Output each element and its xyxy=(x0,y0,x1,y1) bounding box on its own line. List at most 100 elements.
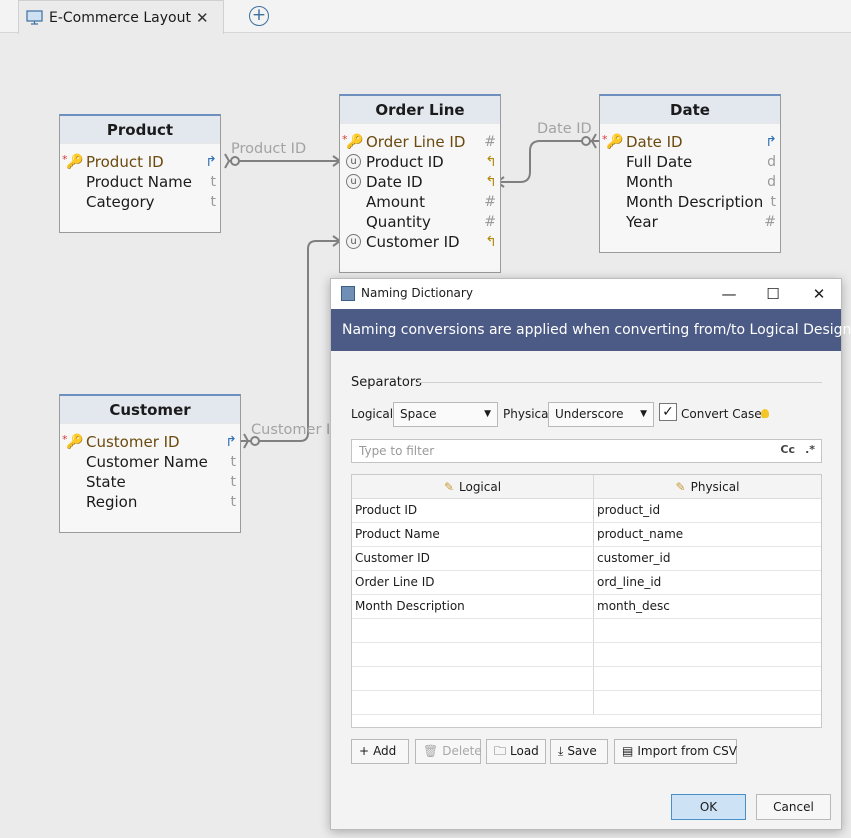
table-row[interactable] xyxy=(352,667,821,691)
attribute-row[interactable]: u Customer ID ↰ xyxy=(340,232,500,252)
physical-cell[interactable]: product_id xyxy=(594,499,821,522)
load-button[interactable]: 🗀 Load xyxy=(486,739,546,764)
dialog-title: Naming Dictionary xyxy=(361,286,473,300)
table-header: ✎ Logical ✎ Physical xyxy=(352,475,821,499)
logical-cell[interactable] xyxy=(352,691,594,714)
physical-cell[interactable]: month_desc xyxy=(594,595,821,618)
logical-cell[interactable] xyxy=(352,667,594,690)
type-text-icon: t xyxy=(770,194,777,210)
column-header-logical[interactable]: ✎ Logical xyxy=(352,475,594,498)
convert-cases-checkbox[interactable]: ✓ xyxy=(659,403,677,421)
info-banner: Naming conversions are applied when conv… xyxy=(331,309,851,351)
logical-cell[interactable]: Product ID xyxy=(352,499,594,522)
column-header-label: Logical xyxy=(459,480,502,494)
close-icon[interactable]: ✕ xyxy=(196,9,209,27)
type-number-icon: # xyxy=(484,194,496,210)
attribute-row[interactable]: Product Name t xyxy=(60,172,220,192)
type-text-icon: t xyxy=(230,474,237,490)
ok-button[interactable]: OK xyxy=(671,794,746,820)
physical-cell[interactable]: product_name xyxy=(594,523,821,546)
regex-button[interactable]: .* xyxy=(805,443,815,456)
logical-cell[interactable] xyxy=(352,619,594,642)
add-button-label: Add xyxy=(373,744,397,758)
physical-cell[interactable] xyxy=(594,619,821,642)
physical-cell[interactable]: customer_id xyxy=(594,547,821,570)
trash-icon: 🗑 xyxy=(423,744,439,758)
attribute-row[interactable]: * 🔑 Product ID ↱ xyxy=(60,152,220,172)
logical-cell[interactable]: Month Description xyxy=(352,595,594,618)
tab-title: E-Commerce Layout xyxy=(49,9,191,26)
key-icon: 🔑 xyxy=(66,434,84,450)
maximize-button[interactable]: ☐ xyxy=(759,283,787,305)
key-icon: 🔑 xyxy=(66,154,84,170)
add-tab-icon[interactable]: + xyxy=(249,6,269,26)
attribute-row[interactable]: Quantity # xyxy=(340,212,500,232)
attribute-row[interactable]: Category t xyxy=(60,192,220,212)
unique-key-icon: u xyxy=(346,154,361,169)
attribute-row[interactable]: u Product ID ↰ xyxy=(340,152,500,172)
attribute-row[interactable]: * 🔑 Date ID ↱ xyxy=(600,132,780,152)
logical-separator-select[interactable]: Space ▼ xyxy=(393,402,498,427)
attribute-row[interactable]: Region t xyxy=(60,492,240,512)
entity-title: Product xyxy=(60,116,220,144)
naming-table: ✎ Logical ✎ Physical Product ID product_id … xyxy=(351,474,822,728)
delete-button[interactable]: 🗑 Delete xyxy=(415,739,482,764)
attribute-row[interactable]: Full Date d xyxy=(600,152,780,172)
type-text-icon: t xyxy=(210,194,217,210)
table-row[interactable]: Customer ID customer_id xyxy=(352,547,821,571)
table-row[interactable] xyxy=(352,691,821,715)
match-case-button[interactable]: Cc xyxy=(780,443,795,456)
entity-product[interactable]: Product * 🔑 Product ID ↱ Product Name t … xyxy=(59,114,221,233)
table-row[interactable]: Order Line ID ord_line_id xyxy=(352,571,821,595)
dictionary-icon xyxy=(341,286,355,301)
physical-separator-select[interactable]: Underscore ▼ xyxy=(548,402,654,427)
logical-cell[interactable]: Product Name xyxy=(352,523,594,546)
attribute-row[interactable]: u Date ID ↰ xyxy=(340,172,500,192)
type-date-icon: d xyxy=(767,154,776,170)
table-row[interactable] xyxy=(352,643,821,667)
attribute-row[interactable]: State t xyxy=(60,472,240,492)
dialog-titlebar[interactable]: Naming Dictionary — ☐ ✕ xyxy=(331,279,841,309)
physical-cell[interactable] xyxy=(594,691,821,714)
attribute-row[interactable]: Amount # xyxy=(340,192,500,212)
attribute-row[interactable]: Customer Name t xyxy=(60,452,240,472)
logical-cell[interactable]: Customer ID xyxy=(352,547,594,570)
physical-cell[interactable] xyxy=(594,643,821,666)
table-row[interactable]: Product Name product_name xyxy=(352,523,821,547)
attribute-row[interactable]: * 🔑 Customer ID ↱ xyxy=(60,432,240,452)
column-header-physical[interactable]: ✎ Physical xyxy=(594,475,821,498)
link-out-icon: ↱ xyxy=(225,434,237,450)
close-button[interactable]: ✕ xyxy=(805,283,833,305)
tab-e-commerce-layout[interactable]: E-Commerce Layout ✕ xyxy=(18,0,224,34)
add-button[interactable]: + Add xyxy=(351,739,409,764)
entity-customer[interactable]: Customer * 🔑 Customer ID ↱ Customer Name… xyxy=(59,394,241,533)
import-csv-button[interactable]: ▤ Import from CSV xyxy=(614,739,737,764)
entity-order-line[interactable]: Order Line * 🔑 Order Line ID # u Product… xyxy=(339,94,501,273)
minimize-button[interactable]: — xyxy=(715,283,743,305)
link-product-circle xyxy=(230,156,240,166)
entity-date[interactable]: Date * 🔑 Date ID ↱ Full Date d Month d M… xyxy=(599,94,781,253)
cancel-button[interactable]: Cancel xyxy=(756,794,831,820)
lightbulb-icon[interactable] xyxy=(761,409,769,418)
naming-dictionary-dialog: Naming Dictionary — ☐ ✕ Naming conversio… xyxy=(330,278,851,830)
link-label-customer-id: Customer I xyxy=(251,422,331,438)
chevron-down-icon: ▼ xyxy=(640,409,647,419)
attribute-row[interactable]: Year # xyxy=(600,212,780,232)
logical-cell[interactable] xyxy=(352,643,594,666)
table-row[interactable] xyxy=(352,619,821,643)
table-row[interactable]: Product ID product_id xyxy=(352,499,821,523)
physical-separator-label: Physical xyxy=(503,407,552,421)
delete-button-label: Delete xyxy=(442,744,482,758)
diagram-icon xyxy=(26,10,43,25)
filter-input[interactable] xyxy=(352,440,752,462)
type-number-icon: # xyxy=(764,214,776,230)
physical-cell[interactable] xyxy=(594,667,821,690)
physical-cell[interactable]: ord_line_id xyxy=(594,571,821,594)
attribute-row[interactable]: Month d xyxy=(600,172,780,192)
attribute-row[interactable]: * 🔑 Order Line ID # xyxy=(340,132,500,152)
save-button[interactable]: ⤓ Save xyxy=(550,739,608,764)
attribute-name: Category xyxy=(86,193,155,211)
logical-cell[interactable]: Order Line ID xyxy=(352,571,594,594)
table-row[interactable]: Month Description month_desc xyxy=(352,595,821,619)
attribute-row[interactable]: Month Description t xyxy=(600,192,780,212)
